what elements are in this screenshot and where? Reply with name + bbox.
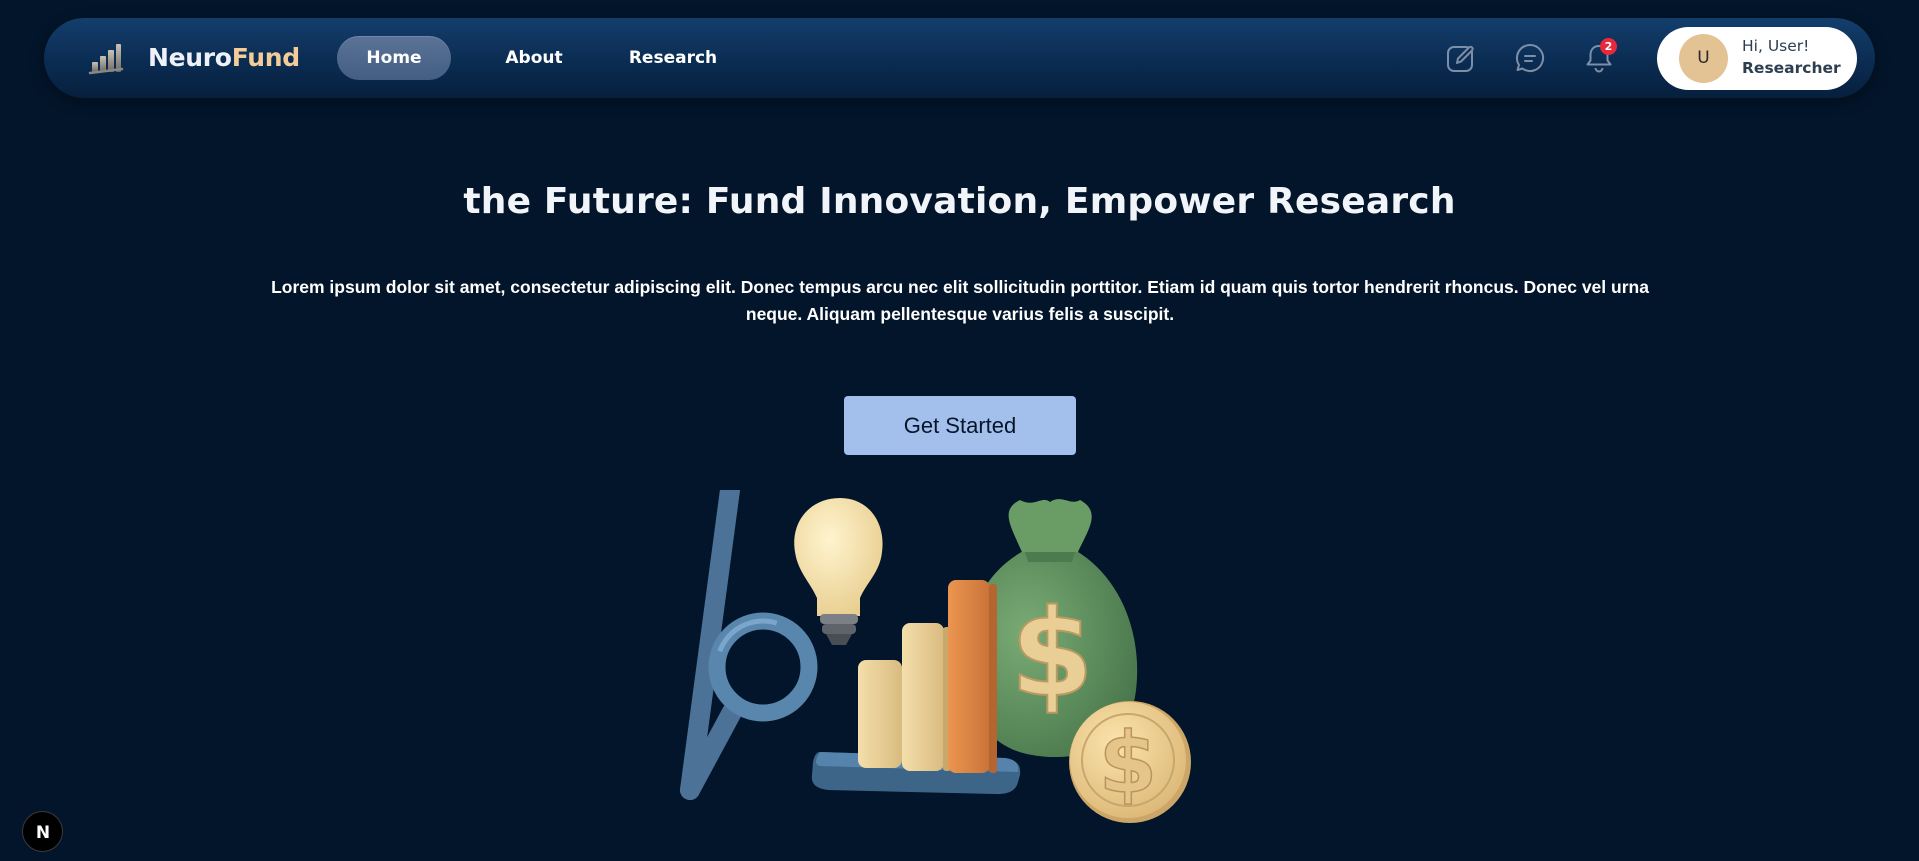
user-menu[interactable]: U Hi, User! Researcher: [1657, 27, 1857, 90]
notifications-button[interactable]: 2: [1581, 38, 1617, 76]
bars: [858, 580, 997, 773]
get-started-button[interactable]: Get Started: [844, 396, 1076, 455]
edit-icon: [1447, 45, 1474, 72]
bar-chart-logo-icon[interactable]: [88, 40, 124, 76]
chat-icon: [1515, 43, 1545, 72]
messages-button[interactable]: [1512, 40, 1548, 76]
svg-text:$: $: [1010, 585, 1094, 724]
hero-description: Lorem ipsum dolor sit amet, consectetur …: [271, 277, 1649, 324]
next-dev-indicator[interactable]: N: [22, 811, 63, 852]
brand-logo[interactable]: NeuroFund: [148, 41, 300, 75]
next-logo-letter: N: [35, 823, 49, 843]
user-greeting: Hi, User!: [1742, 37, 1810, 55]
user-role: Researcher: [1742, 59, 1841, 77]
notification-count-badge: 2: [1600, 38, 1617, 55]
brand-part-1: Neuro: [148, 43, 232, 72]
next-logo-icon: N: [35, 823, 49, 843]
svg-text:$: $: [1099, 714, 1157, 812]
avatar: U: [1679, 34, 1728, 83]
edit-button[interactable]: [1443, 40, 1479, 76]
light-bulb: [794, 498, 883, 645]
nav-about[interactable]: About: [484, 36, 584, 80]
coin: $: [1069, 701, 1191, 823]
brand-part-2: Fund: [231, 43, 300, 72]
navbar: NeuroFund Home About Research 2 U Hi, Us…: [44, 18, 1875, 98]
nav-research[interactable]: Research: [613, 36, 733, 80]
nav-home[interactable]: Home: [337, 36, 451, 80]
funding-illustration: $ $: [680, 490, 1191, 823]
hero-title: the Future: Fund Innovation, Empower Res…: [463, 181, 1456, 222]
